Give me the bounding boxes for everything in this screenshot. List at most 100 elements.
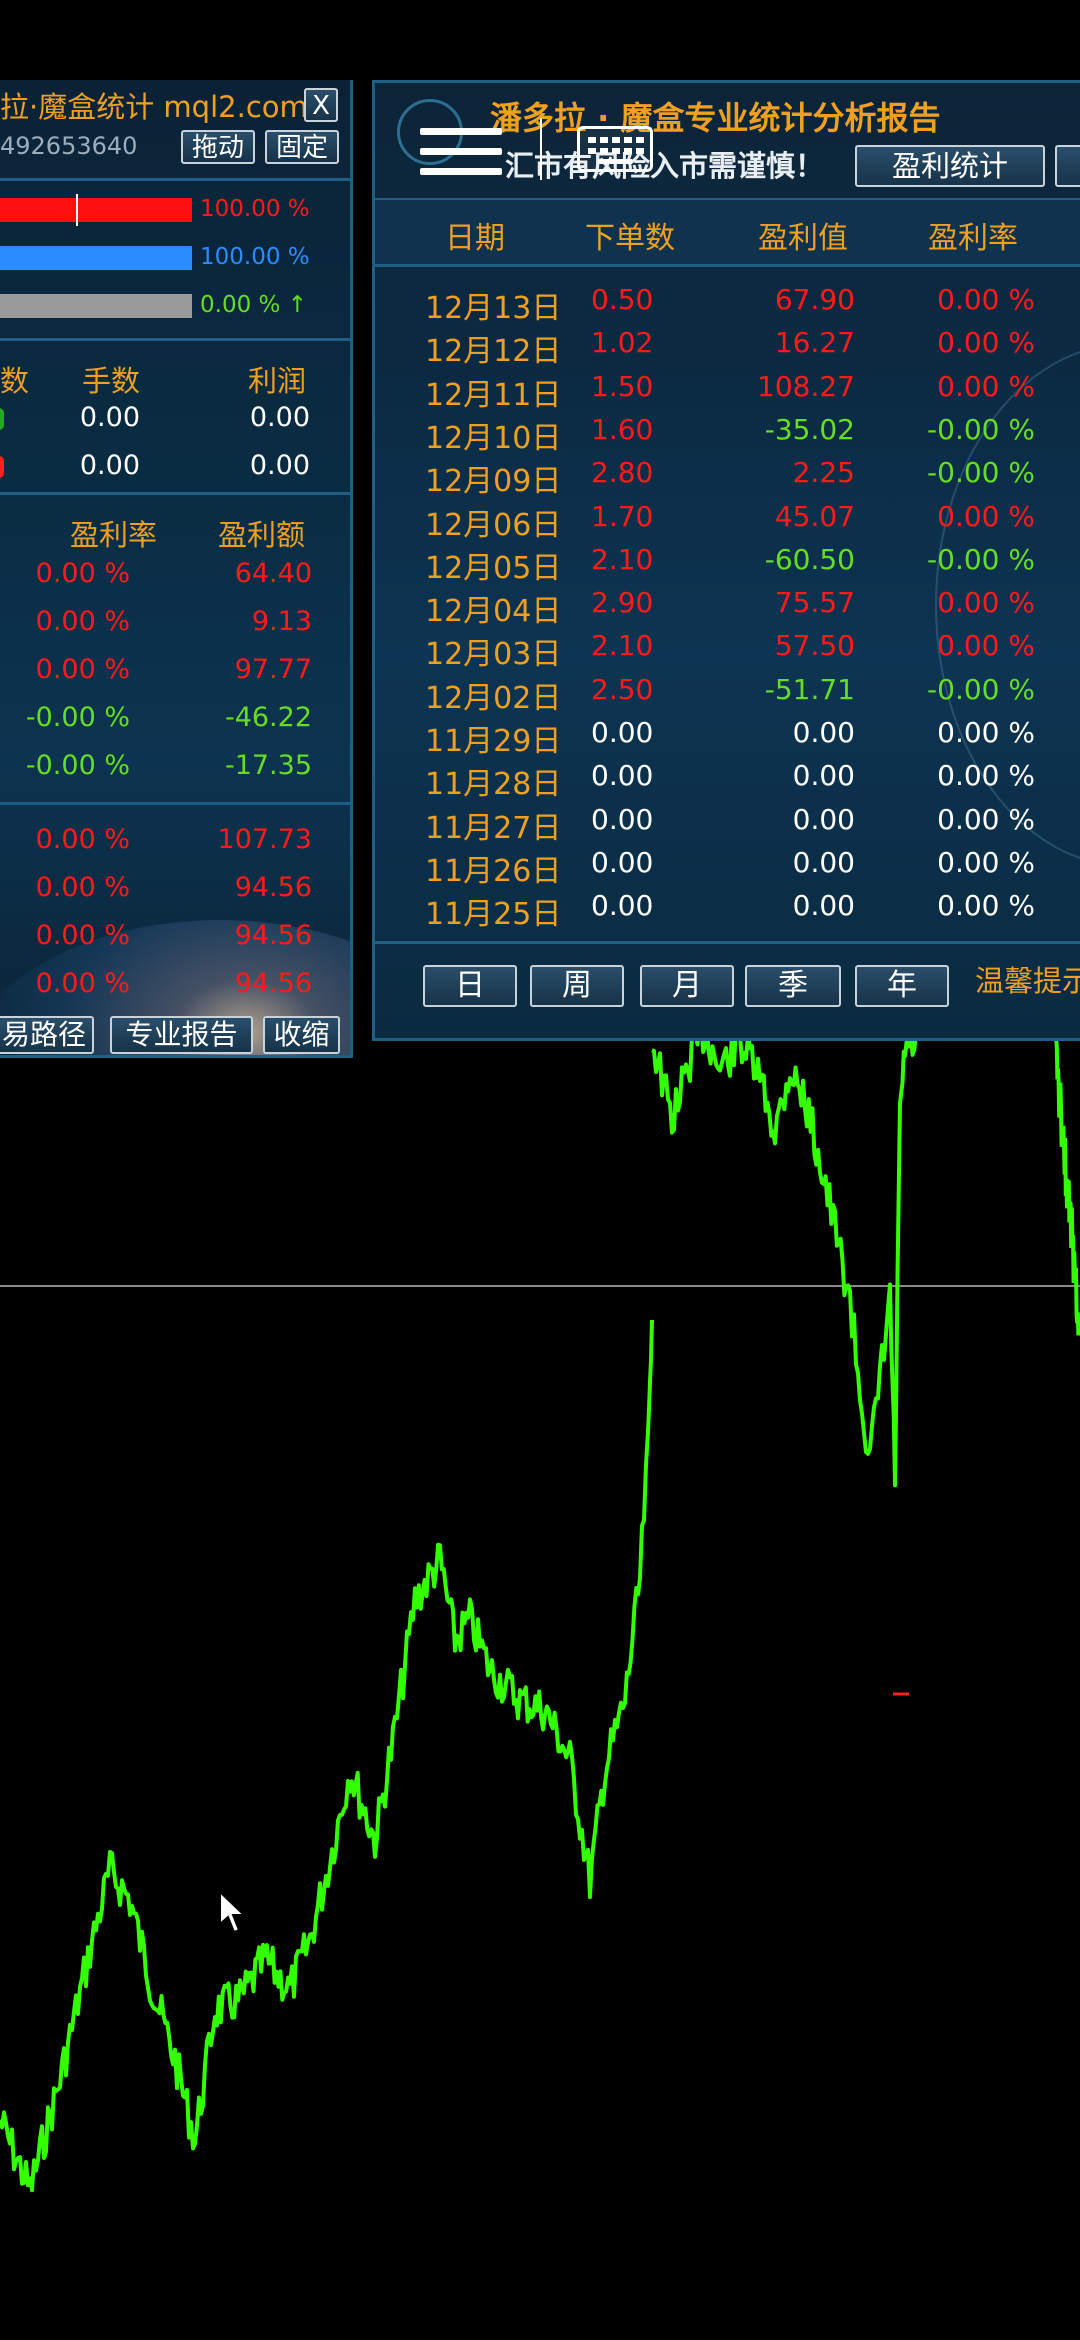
row-date: 11月26日 [425, 853, 562, 889]
row-profit: -60.50 [764, 542, 855, 576]
keyboard-key [588, 148, 596, 154]
profit-stats-button[interactable]: 盈利统计 [855, 145, 1045, 187]
row-date: 12月10日 [425, 420, 562, 456]
row-rate: 0.00 % [937, 889, 1035, 923]
row-rate: -0.00 % [927, 542, 1035, 576]
row-date: 12月04日 [425, 594, 562, 630]
report-title: 潘多拉 · 魔盒专业统计分析报告 [490, 99, 941, 137]
summary-lots: 0.00 [79, 402, 140, 433]
keyboard-key [612, 148, 620, 154]
row-rate: -0.00 % [927, 672, 1035, 706]
period-button-quarter[interactable]: 季 [745, 965, 841, 1007]
table-row[interactable]: 12月11日 1.50 108.27 0.00 % [375, 370, 1080, 413]
table-row[interactable]: 12月04日 2.90 75.57 0.00 % [375, 586, 1080, 629]
period-button-year[interactable]: 年 [855, 965, 949, 1007]
row-orders: 0.00 [591, 802, 654, 836]
divider [0, 178, 350, 181]
trade-path-button[interactable]: 易路径 [0, 1016, 94, 1054]
table-row[interactable]: 12月12日 1.02 16.27 0.00 % [375, 326, 1080, 369]
row-rate: 0.00 % [937, 629, 1035, 663]
report-panel[interactable]: 潘多拉 · 魔盒专业统计分析报告 汇市有风险入市需谨慎！ 盈利统计 日期 下单数… [372, 80, 1080, 1041]
row-orders: 2.10 [591, 542, 654, 576]
table-row[interactable]: 11月28日 0.00 0.00 0.00 % [375, 759, 1080, 802]
progress-bar-label: 0.00 % ↑ [200, 292, 307, 318]
table-row[interactable]: 12月05日 2.10 -60.50 -0.00 % [375, 543, 1080, 586]
table-row[interactable]: 11月26日 0.00 0.00 0.00 % [375, 846, 1080, 889]
row-orders: 2.10 [591, 629, 654, 663]
table-row[interactable]: 12月09日 2.80 2.25 -0.00 % [375, 456, 1080, 499]
row-orders: 1.02 [591, 326, 654, 360]
table-row[interactable]: 11月25日 0.00 0.00 0.00 % [375, 889, 1080, 932]
row-profit: 67.90 [774, 283, 855, 316]
summary-header-profit: 利润 [248, 364, 307, 398]
header-date: 日期 [445, 221, 505, 256]
keyboard-icon[interactable] [577, 126, 653, 172]
period-button-month[interactable]: 月 [640, 965, 734, 1007]
table-row[interactable]: 12月03日 2.10 57.50 0.00 % [375, 629, 1080, 672]
period-button-week[interactable]: 周 [530, 965, 624, 1007]
row-profit: 45.07 [774, 499, 855, 533]
keyboard-key [636, 137, 644, 143]
stats-panel[interactable]: 拉·魔盒统计 mql2.com X 492653640 拖动 固定 100.00… [0, 80, 353, 1058]
fix-button[interactable]: 固定 [265, 130, 339, 164]
row-profit: 0.00 [792, 889, 855, 923]
row-profit: 75.57 [774, 586, 855, 620]
table-row[interactable]: 12月02日 2.50 -51.71 -0.00 % [375, 673, 1080, 716]
row-date: 11月25日 [425, 897, 562, 933]
row-date: 11月29日 [425, 724, 562, 759]
period-rate: 0.00 % [35, 968, 130, 999]
keyboard-key [636, 148, 644, 154]
hamburger-menu-icon[interactable] [420, 128, 502, 176]
keyboard-key [624, 148, 632, 154]
row-date: 11月28日 [425, 767, 562, 803]
row-date: 12月05日 [425, 550, 562, 586]
rate-value: 0.00 % [35, 606, 130, 637]
row-profit: 2.25 [792, 456, 855, 490]
row-date: 12月12日 [425, 334, 562, 370]
amount-value: 97.77 [234, 654, 312, 685]
period-amount: 107.73 [217, 824, 312, 855]
row-orders: 0.00 [591, 716, 654, 749]
row-rate: 0.00 % [937, 586, 1035, 620]
status-dot [0, 408, 4, 430]
amount-value: -17.35 [224, 750, 312, 781]
drag-button[interactable]: 拖动 [181, 130, 255, 164]
divider [0, 492, 350, 495]
table-row[interactable]: 12月13日 0.50 67.90 0.00 % [375, 283, 1080, 326]
table-row[interactable]: 11月27日 0.00 0.00 0.00 % [375, 803, 1080, 846]
row-profit: 0.00 [792, 759, 855, 793]
row-orders: 1.50 [591, 369, 654, 403]
table-row[interactable]: 12月06日 1.70 45.07 0.00 % [375, 500, 1080, 543]
row-profit: 0.00 [792, 802, 855, 836]
rate-value: -0.00 % [25, 702, 130, 733]
period-amount: 94.56 [234, 920, 312, 951]
row-orders: 1.70 [591, 499, 654, 533]
row-rate: 0.00 % [937, 845, 1035, 879]
keyboard-key [588, 137, 596, 143]
amount-value: -46.22 [224, 702, 312, 733]
row-date: 12月06日 [425, 507, 562, 543]
table-row[interactable]: 12月10日 1.60 -35.02 -0.00 % [375, 413, 1080, 456]
pro-report-button[interactable]: 专业报告 [110, 1016, 253, 1054]
table-row[interactable]: 11月29日 0.00 0.00 0.00 % [375, 716, 1080, 759]
row-date: 11月27日 [425, 810, 562, 846]
row-rate: 0.00 % [937, 369, 1035, 403]
collapse-button[interactable]: 收缩 [263, 1016, 340, 1054]
row-profit: -51.71 [764, 672, 855, 706]
keyboard-key [600, 137, 608, 143]
row-rate: 0.00 % [937, 499, 1035, 533]
text-cursor [540, 118, 542, 180]
bar-marker [76, 194, 78, 226]
amount-header: 盈利额 [218, 518, 306, 552]
price-series-line-upper [651, 1017, 922, 1488]
tip-text: 温馨提示 [975, 964, 1080, 998]
period-button-day[interactable]: 日 [423, 965, 517, 1007]
close-button[interactable]: X [304, 88, 338, 122]
period-amount: 94.56 [234, 872, 312, 903]
risk-warning: 汇市有风险入市需谨慎！ [505, 149, 825, 183]
row-rate: -0.00 % [927, 456, 1035, 490]
price-series-line [0, 1319, 654, 2193]
keyboard-key [598, 159, 632, 164]
next-tab-button[interactable] [1055, 145, 1080, 187]
row-orders: 2.90 [591, 586, 654, 620]
